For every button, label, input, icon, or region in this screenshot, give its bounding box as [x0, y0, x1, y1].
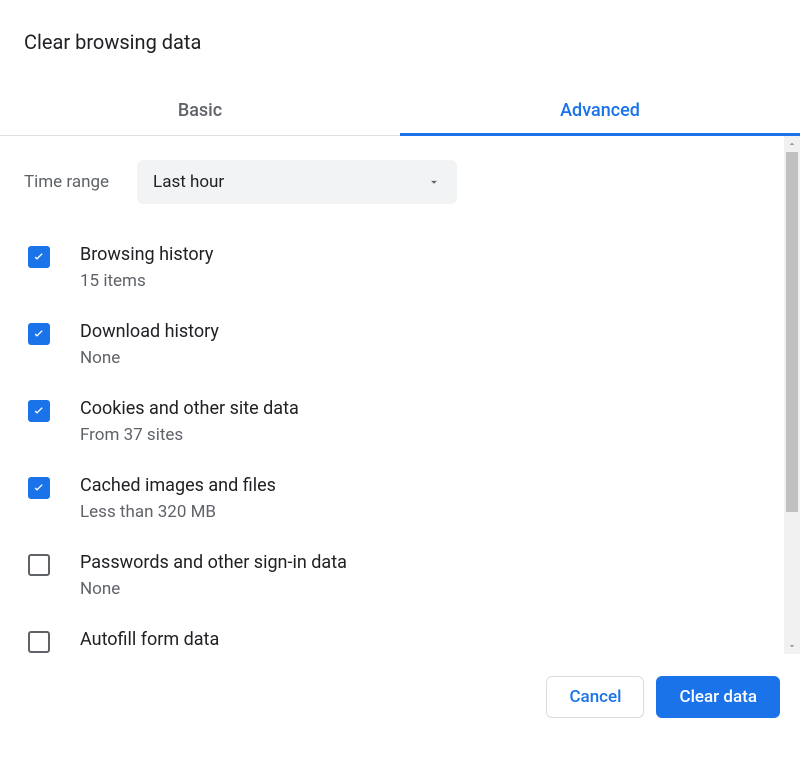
content-pane: Time range Last hour Browsing history 15 … [0, 136, 800, 654]
option-text: Browsing history 15 items [80, 244, 213, 291]
option-label: Cookies and other site data [80, 398, 299, 419]
chevron-down-icon [427, 175, 441, 189]
option-checkbox[interactable] [28, 246, 50, 268]
clear-data-button[interactable]: Clear data [656, 676, 780, 718]
option-checkbox[interactable] [28, 631, 50, 653]
option-sublabel: 15 items [80, 271, 213, 291]
tabs: Basic Advanced [0, 84, 800, 136]
option-row: Download history None [24, 321, 776, 368]
option-checkbox[interactable] [28, 323, 50, 345]
time-range-value: Last hour [153, 172, 224, 192]
option-sublabel: From 37 sites [80, 425, 299, 445]
option-sublabel: Less than 320 MB [80, 502, 276, 522]
option-sublabel: None [80, 348, 219, 368]
option-text: Cached images and files Less than 320 MB [80, 475, 276, 522]
option-label: Cached images and files [80, 475, 276, 496]
tab-basic[interactable]: Basic [0, 84, 400, 135]
content-wrapper: Time range Last hour Browsing history 15 … [0, 136, 800, 654]
option-checkbox[interactable] [28, 400, 50, 422]
option-row: Cookies and other site data From 37 sites [24, 398, 776, 445]
option-label: Autofill form data [80, 629, 219, 650]
option-text: Autofill form data [80, 629, 219, 654]
scroll-up-icon[interactable] [784, 136, 800, 152]
option-label: Passwords and other sign-in data [80, 552, 347, 573]
scrollbar-thumb[interactable] [786, 152, 798, 512]
time-range-row: Time range Last hour [24, 160, 776, 204]
dialog-title: Clear browsing data [0, 0, 800, 54]
cancel-button[interactable]: Cancel [546, 676, 644, 718]
option-text: Passwords and other sign-in data None [80, 552, 347, 599]
scrollbar[interactable] [784, 136, 800, 654]
option-row: Passwords and other sign-in data None [24, 552, 776, 599]
options-list: Browsing history 15 items Download history… [24, 244, 776, 654]
option-row: Autofill form data [24, 629, 776, 654]
option-checkbox[interactable] [28, 554, 50, 576]
tab-advanced[interactable]: Advanced [400, 84, 800, 135]
option-row: Browsing history 15 items [24, 244, 776, 291]
option-text: Cookies and other site data From 37 sites [80, 398, 299, 445]
dialog-footer: Cancel Clear data [0, 660, 800, 734]
option-label: Download history [80, 321, 219, 342]
option-row: Cached images and files Less than 320 MB [24, 475, 776, 522]
option-sublabel: None [80, 579, 347, 599]
option-text: Download history None [80, 321, 219, 368]
time-range-label: Time range [24, 172, 109, 192]
time-range-select[interactable]: Last hour [137, 160, 457, 204]
option-label: Browsing history [80, 244, 213, 265]
scroll-down-icon[interactable] [784, 638, 800, 654]
option-checkbox[interactable] [28, 477, 50, 499]
